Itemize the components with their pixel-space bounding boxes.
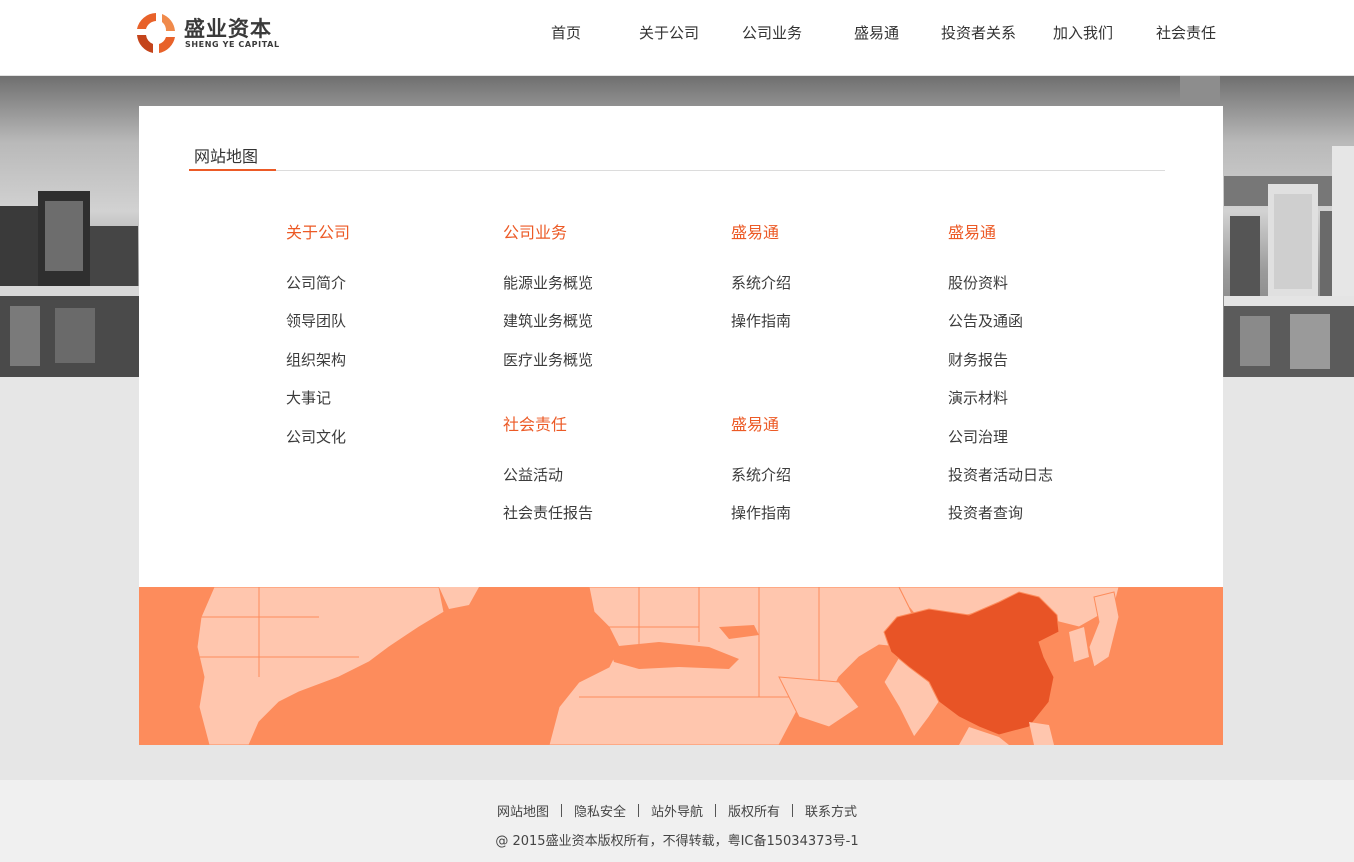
footer-link-contact[interactable]: 联系方式 (793, 801, 869, 820)
sitemap-link[interactable]: 公益活动 (503, 464, 563, 485)
footer-links: 网站地图 隐私安全 站外导航 版权所有 联系方式 (0, 801, 1354, 820)
footer-link-external-nav[interactable]: 站外导航 (639, 801, 715, 820)
world-map-banner (139, 587, 1223, 745)
sitemap-link[interactable]: 操作指南 (731, 310, 791, 331)
footer-link-copyright[interactable]: 版权所有 (716, 801, 792, 820)
sitemap-link[interactable]: 系统介绍 (731, 464, 791, 485)
sitemap-link[interactable]: 公司治理 (948, 426, 1008, 447)
title-divider (189, 170, 1165, 171)
sitemap-heading-business[interactable]: 公司业务 (503, 219, 567, 243)
sitemap-heading-shengyitong[interactable]: 盛易通 (948, 219, 996, 243)
sitemap-link[interactable]: 社会责任报告 (503, 502, 593, 523)
sitemap-title: 网站地图 (194, 147, 259, 166)
nav-item-investor-relations[interactable]: 投资者关系 (941, 22, 1016, 43)
sitemap-heading-social[interactable]: 社会责任 (503, 411, 567, 435)
sitemap-link[interactable]: 投资者活动日志 (948, 464, 1053, 485)
sitemap-heading-about[interactable]: 关于公司 (286, 219, 350, 243)
sitemap-link[interactable]: 公司文化 (286, 426, 346, 447)
nav-item-join-us[interactable]: 加入我们 (1053, 22, 1113, 43)
sitemap-link[interactable]: 建筑业务概览 (503, 310, 593, 331)
sitemap-link[interactable]: 操作指南 (731, 502, 791, 523)
sitemap-link[interactable]: 组织架构 (286, 349, 346, 370)
sitemap-link[interactable]: 投资者查询 (948, 502, 1023, 523)
footer-link-sitemap[interactable]: 网站地图 (485, 801, 561, 820)
nav-item-home[interactable]: 首页 (551, 22, 581, 43)
sitemap-link[interactable]: 领导团队 (286, 310, 346, 331)
sitemap-link[interactable]: 能源业务概览 (503, 272, 593, 293)
nav-item-shengyitong[interactable]: 盛易通 (854, 22, 899, 43)
footer-link-privacy[interactable]: 隐私安全 (562, 801, 638, 820)
sitemap-link[interactable]: 公司简介 (286, 272, 346, 293)
title-underline (189, 169, 276, 171)
sitemap-heading-shengyitong[interactable]: 盛易通 (731, 219, 779, 243)
footer-copyright: @ 2015盛业资本版权所有，不得转载，粤IC备15034373号-1 (495, 834, 859, 849)
sitemap-heading-shengyitong[interactable]: 盛易通 (731, 411, 779, 435)
nav-item-business[interactable]: 公司业务 (742, 22, 802, 43)
sitemap-link[interactable]: 演示材料 (948, 387, 1008, 408)
main-nav: 首页 关于公司 公司业务 盛易通 投资者关系 加入我们 社会责任 (0, 0, 1354, 66)
site-footer: 网站地图 隐私安全 站外导航 版权所有 联系方式 @ 2015盛业资本版权所有，不得转载… (0, 780, 1354, 862)
sitemap-link[interactable]: 系统介绍 (731, 272, 791, 293)
sitemap-link[interactable]: 股份资料 (948, 272, 1008, 293)
sitemap-link[interactable]: 公告及通函 (948, 310, 1023, 331)
sitemap-link[interactable]: 大事记 (286, 387, 331, 408)
site-header: 盛业资本 SHENG YE CAPITAL 首页 关于公司 公司业务 盛易通 投… (0, 0, 1354, 76)
world-map-image (196, 587, 1120, 745)
sitemap-link[interactable]: 医疗业务概览 (503, 349, 593, 370)
nav-item-social-responsibility[interactable]: 社会责任 (1156, 22, 1216, 43)
sitemap-card: 网站地图 关于公司 公司简介 领导团队 组织架构 大事记 公司文化 公司业务 能… (139, 106, 1223, 587)
sitemap-link[interactable]: 财务报告 (948, 349, 1008, 370)
nav-item-about[interactable]: 关于公司 (639, 22, 699, 43)
